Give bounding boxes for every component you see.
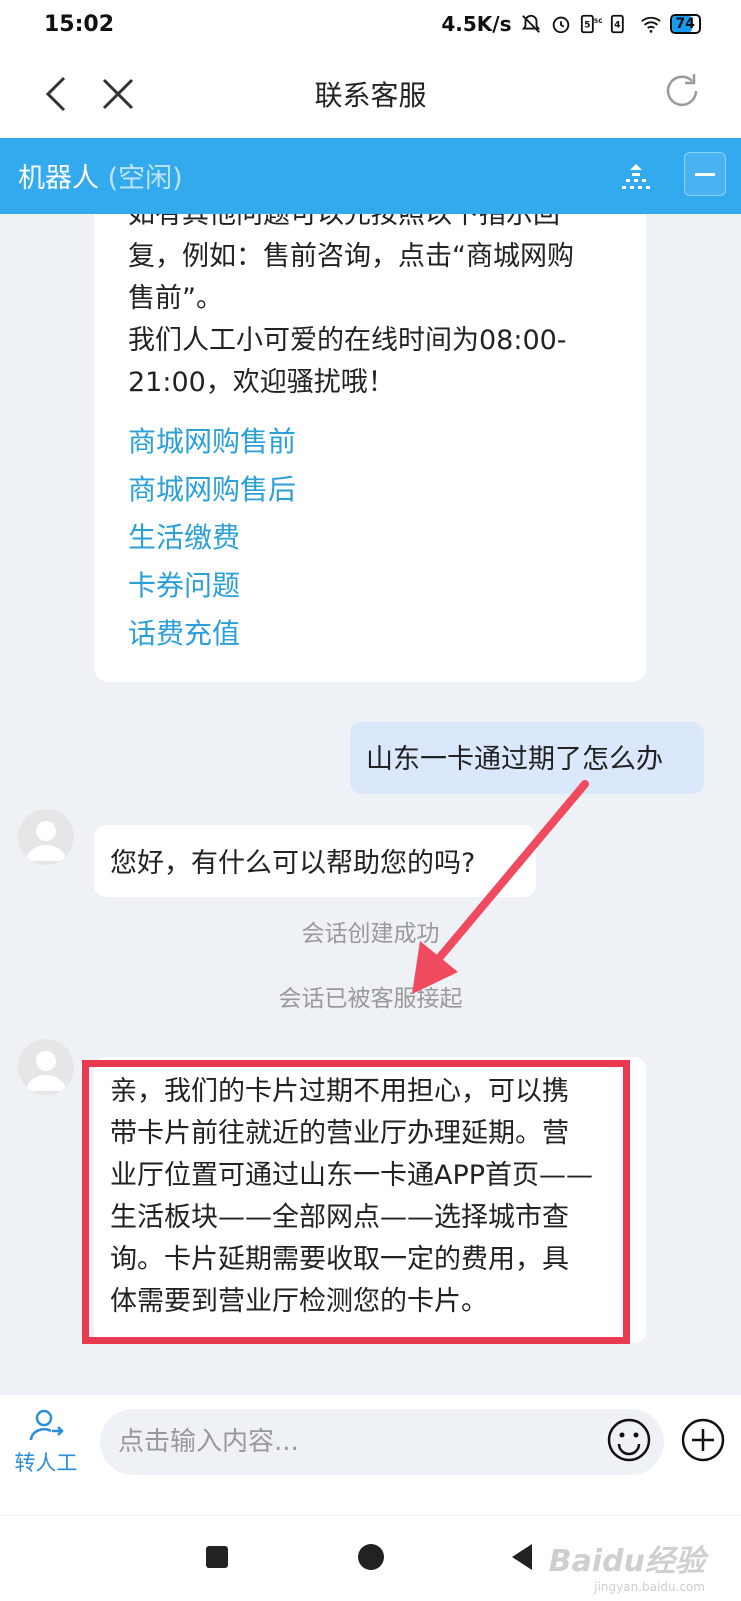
page-title: 联系客服 — [314, 79, 427, 112]
system-notice-created: 会话创建成功 — [301, 921, 440, 947]
user-transfer-icon — [29, 1409, 64, 1441]
status-time: 15:02 — [44, 12, 115, 37]
system-navigation-bar: Baidu经验 jingyan.baidu.com — [0, 1515, 741, 1601]
status-icons: 4.5K/s 55G 4 74 — [441, 12, 701, 36]
back-nav-icon[interactable] — [512, 1544, 532, 1570]
robot-status: (空闲) — [107, 163, 183, 194]
input-bar: 转人工 — [0, 1395, 741, 1515]
robot-label: 机器人 (空闲) — [18, 156, 183, 195]
quick-link-presale[interactable]: 商城网购售前 — [128, 420, 296, 460]
bot-greeting-text: 您好，有什么可以帮助您的吗? — [110, 848, 476, 879]
avatar-icon — [26, 821, 66, 861]
svg-text:4: 4 — [614, 20, 620, 31]
agent-reply-text: 亲，我们的卡片过期不用担心，可以携 带卡片前往就近的营业厅办理延期。营 业厅位置… — [110, 1076, 594, 1317]
bot-greeting-bubble: 您好，有什么可以帮助您的吗? — [94, 825, 536, 897]
status-bar: 15:02 4.5K/s 55G 4 74 — [0, 0, 741, 52]
wifi-icon — [640, 16, 661, 33]
transfer-label: 转人工 — [14, 1451, 78, 1475]
agent-avatar — [18, 1039, 74, 1095]
user-message-bubble: 山东一卡通过期了怎么办 — [350, 722, 704, 794]
network-speed: 4.5K/s — [441, 12, 512, 36]
refresh-icon[interactable] — [661, 70, 703, 112]
quick-link-topup[interactable]: 话费充值 — [128, 612, 240, 652]
home-icon[interactable] — [358, 1544, 384, 1570]
robot-name: 机器人 — [18, 163, 99, 194]
svg-text:5G: 5G — [593, 17, 601, 25]
quick-link-coupons[interactable]: 卡券问题 — [128, 564, 240, 604]
alarm-icon — [552, 16, 569, 34]
quick-link-aftersale[interactable]: 商城网购售后 — [128, 468, 296, 508]
message-input[interactable] — [100, 1409, 664, 1475]
collapse-button[interactable] — [684, 152, 726, 196]
agent-reply-bubble: 亲，我们的卡片过期不用担心，可以携 带卡片前往就近的营业厅办理延期。营 业厅位置… — [94, 1057, 646, 1343]
bot-intro-bubble: 如有其他问题可以先按照以下指示回 复，例如：售前咨询，点击“商城网购 售前”。 … — [94, 214, 646, 682]
sim2-4g-icon: 4 — [610, 14, 624, 34]
battery-indicator: 74 — [669, 14, 701, 34]
sim1-5g-icon: 55G — [580, 14, 602, 34]
chat-area[interactable]: 如有其他问题可以先按照以下指示回 复，例如：售前咨询，点击“商城网购 售前”。 … — [0, 214, 741, 1395]
mute-bell-icon — [521, 14, 540, 33]
emoji-icon[interactable] — [606, 1417, 652, 1463]
transfer-human-button[interactable]: 转人工 — [10, 1407, 82, 1477]
queue-icon[interactable] — [620, 162, 652, 192]
bot-avatar — [18, 809, 74, 865]
robot-status-bar: 机器人 (空闲) — [0, 138, 741, 214]
baidu-watermark: Baidu经验 jingyan.baidu.com — [548, 1544, 705, 1594]
quick-link-utilities[interactable]: 生活缴费 — [128, 516, 240, 556]
avatar-icon — [26, 1051, 66, 1091]
bot-intro-text: 如有其他问题可以先按照以下指示回 复，例如：售前咨询，点击“商城网购 售前”。 … — [128, 214, 574, 398]
system-notice-accepted: 会话已被客服接起 — [278, 986, 463, 1012]
navigation-bar: 联系客服 — [0, 52, 741, 138]
user-message-text: 山东一卡通过期了怎么办 — [366, 744, 663, 775]
svg-text:5: 5 — [584, 20, 590, 31]
recent-apps-icon[interactable] — [206, 1546, 228, 1568]
plus-icon[interactable] — [680, 1417, 726, 1463]
